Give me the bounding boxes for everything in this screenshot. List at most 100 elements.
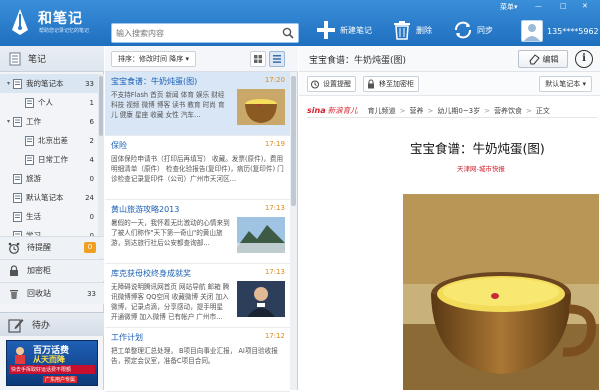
note-list: 宝宝食谱：牛奶炖蛋(图) 17:20 不支持Flash 首页 新闻 体育 娱乐 财经… bbox=[105, 72, 290, 392]
user-name: 135****5962 bbox=[547, 26, 599, 36]
notebook-label: 个人 bbox=[38, 98, 53, 107]
sort-dropdown[interactable]: 排序：修改时间 降序 ▾ bbox=[111, 51, 196, 67]
todo-label: 待办 bbox=[32, 321, 51, 331]
sidebar-notebook-item[interactable]: 旅游 0 bbox=[0, 169, 98, 188]
promo-line-2: 从天而降 bbox=[33, 355, 65, 364]
note-list-scrollbar[interactable] bbox=[290, 72, 297, 390]
person-thumbnail-image bbox=[237, 281, 285, 317]
breadcrumb-item[interactable]: 营养 bbox=[409, 107, 423, 115]
breadcrumb-item[interactable]: 育儿频道 bbox=[368, 107, 396, 115]
notebook-label: 生活 bbox=[26, 212, 41, 221]
new-note-button[interactable]: 新建笔记 bbox=[315, 18, 372, 42]
notebook-selector[interactable]: 默认笔记本 ▾ bbox=[539, 76, 592, 92]
article-photo bbox=[403, 194, 599, 390]
note-item-snippet: 把工单整理汇总处理， B项目向事业汇报， AI项目验收报告，预定会议室，准备C项… bbox=[111, 347, 278, 365]
site-name: 新浪育儿 bbox=[327, 106, 358, 115]
close-button[interactable]: ✕ bbox=[582, 2, 588, 12]
move-to-vault-button[interactable]: 移至加密柜 bbox=[363, 76, 419, 92]
note-item-thumbnail bbox=[237, 217, 285, 253]
note-item-snippet: 暑假的一天，我怀着无比激动的心情来到了被人们称作"天下第一奇山"的黄山旅游，到达… bbox=[111, 219, 230, 247]
scrollbar-thumb[interactable] bbox=[99, 76, 103, 136]
article-title: 宝宝食谱：牛奶炖蛋(图) bbox=[410, 141, 545, 156]
note-list-item[interactable]: 工作计划 17:12 把工单整理汇总处理， B项目向事业汇报， AI项目验收报告，预… bbox=[105, 328, 290, 392]
todo-edit-icon bbox=[8, 318, 24, 333]
notebook-icon bbox=[13, 116, 22, 127]
notebook-count: 2 bbox=[89, 136, 94, 145]
grid-view-button[interactable] bbox=[250, 51, 266, 67]
menu-button[interactable]: 菜单▾ bbox=[500, 2, 518, 12]
info-button[interactable]: i bbox=[575, 50, 593, 68]
list-view-icon bbox=[273, 55, 281, 63]
note-item-title: 工作计划 bbox=[111, 333, 143, 342]
sidebar-item-vault[interactable]: 加密柜 bbox=[0, 259, 104, 281]
trash-label: 回收站 bbox=[27, 289, 51, 298]
note-list-item[interactable]: 保险 17:19 固体保险申请书（打印后再填写） 收藏。发票(原件)，费用明细清单（… bbox=[105, 136, 290, 200]
note-item-title: 宝宝食谱：牛奶炖蛋(图) bbox=[111, 77, 198, 86]
breadcrumb-item[interactable]: 幼儿期0~3岁 bbox=[437, 107, 480, 115]
sidebar-item-trash[interactable]: 回收站 33 bbox=[0, 282, 104, 304]
notebook-label: 日常工作 bbox=[38, 155, 68, 164]
viewer-toolbar: 设置提醒 移至加密柜 默认笔记本 ▾ bbox=[299, 72, 600, 96]
edit-button[interactable]: 编辑 bbox=[518, 50, 568, 68]
delete-button[interactable]: 删除 bbox=[391, 18, 432, 42]
promo-banner[interactable]: 百万话费 从天而降 快去手挥取好运话费不限额 广东用户专属 bbox=[6, 340, 98, 386]
notebook-label: 我的笔记本 bbox=[26, 79, 64, 88]
sidebar-item-reminders[interactable]: 待提醒 0 bbox=[0, 236, 104, 258]
breadcrumb-items: 育儿频道 > 营养 > 幼儿期0~3岁 > 营养饮食 > 正文 bbox=[368, 106, 554, 116]
notes-section-header[interactable]: 笔记 bbox=[0, 46, 104, 72]
note-item-title: 保险 bbox=[111, 141, 127, 150]
list-view-button[interactable] bbox=[269, 51, 285, 67]
notebook-icon bbox=[25, 135, 34, 146]
note-list-item[interactable]: 库克获母校终身成就奖 17:13 无障碍说明腾讯网首页 网站导航 邮箱 腾讯微博博客… bbox=[105, 264, 290, 328]
delete-label: 删除 bbox=[416, 25, 432, 35]
sidebar-notebook-item[interactable]: 生活 0 bbox=[0, 207, 98, 226]
note-item-snippet: 无障碍说明腾讯网首页 网站导航 邮箱 腾讯微博博客 QQ空间 收藏微博 关闭 加… bbox=[111, 283, 230, 321]
notebook-count: 33 bbox=[85, 79, 94, 88]
todo-section-header[interactable]: 待办 bbox=[0, 312, 104, 336]
vault-label: 加密柜 bbox=[27, 266, 51, 275]
sync-icon bbox=[455, 21, 471, 39]
app-window: 和笔记 帮助您记录记忆的笔记 菜单▾ — □ ✕ 新建笔记 bbox=[0, 0, 600, 392]
lock-icon bbox=[10, 264, 18, 276]
sidebar-notebook-item[interactable]: 默认笔记本 24 bbox=[0, 188, 98, 207]
breadcrumb-item[interactable]: 正文 bbox=[536, 107, 550, 115]
note-list-item[interactable]: 黄山旅游攻略2013 17:13 暑假的一天，我怀着无比激动的心情来到了被人们称作"… bbox=[105, 200, 290, 264]
mascot-icon bbox=[15, 347, 25, 364]
sidebar-notebook-item[interactable]: ▾ 我的笔记本 33 bbox=[0, 74, 98, 93]
search-input[interactable] bbox=[116, 26, 276, 40]
sidebar-notebook-item[interactable]: ▾ 工作 6 bbox=[0, 112, 98, 131]
sync-button[interactable]: 同步 bbox=[452, 18, 493, 42]
note-item-time: 17:13 bbox=[264, 268, 285, 276]
scrollbar-thumb[interactable] bbox=[291, 76, 296, 206]
note-item-time: 17:13 bbox=[264, 204, 285, 212]
grid-view-icon bbox=[254, 55, 262, 63]
maximize-button[interactable]: □ bbox=[560, 2, 567, 12]
app-tagline: 帮助您记录记忆的笔记 bbox=[39, 28, 90, 34]
note-item-snippet: 不支持Flash 首页 新闻 体育 娱乐 财经 科技 视频 微博 博客 读书 教… bbox=[111, 91, 225, 119]
notes-section-label: 笔记 bbox=[28, 55, 47, 65]
cup-thumbnail-image bbox=[237, 89, 285, 125]
minimize-button[interactable]: — bbox=[535, 2, 542, 12]
note-list-panel: 排序：修改时间 降序 ▾ 宝宝食谱：牛奶炖蛋(图) 17:20 不支持Flash 首… bbox=[105, 46, 298, 392]
promo-line-3: 快去手挥取好运话费不限额 bbox=[9, 365, 95, 374]
expand-toggle-icon[interactable]: ▾ bbox=[4, 80, 13, 87]
top-toolbar: 和笔记 帮助您记录记忆的笔记 菜单▾ — □ ✕ 新建笔记 bbox=[0, 0, 600, 46]
breadcrumb-item[interactable]: 营养饮食 bbox=[494, 107, 522, 115]
search-icon[interactable] bbox=[282, 27, 294, 39]
expand-toggle-icon[interactable]: ▾ bbox=[4, 118, 13, 125]
notebook-icon bbox=[25, 154, 34, 165]
user-account[interactable]: 135****5962 bbox=[521, 20, 599, 42]
note-item-time: 17:19 bbox=[264, 140, 285, 148]
article-source[interactable]: 天津网-城市快报 bbox=[457, 163, 505, 173]
breadcrumb-separator: > bbox=[484, 106, 491, 115]
new-note-label: 新建笔记 bbox=[340, 25, 372, 35]
avatar bbox=[521, 20, 543, 42]
note-item-thumbnail bbox=[237, 89, 285, 125]
note-list-item[interactable]: 宝宝食谱：牛奶炖蛋(图) 17:20 不支持Flash 首页 新闻 体育 娱乐 财经… bbox=[105, 72, 290, 136]
breadcrumb-separator: > bbox=[399, 106, 406, 115]
sidebar-notebook-item[interactable]: 个人 1 bbox=[0, 93, 98, 112]
sidebar-notebook-item[interactable]: 北京出差 2 bbox=[0, 131, 98, 150]
sidebar-notebook-item[interactable]: 日常工作 4 bbox=[0, 150, 98, 169]
notebook-icon bbox=[13, 192, 22, 203]
set-reminder-button[interactable]: 设置提醒 bbox=[307, 76, 356, 92]
